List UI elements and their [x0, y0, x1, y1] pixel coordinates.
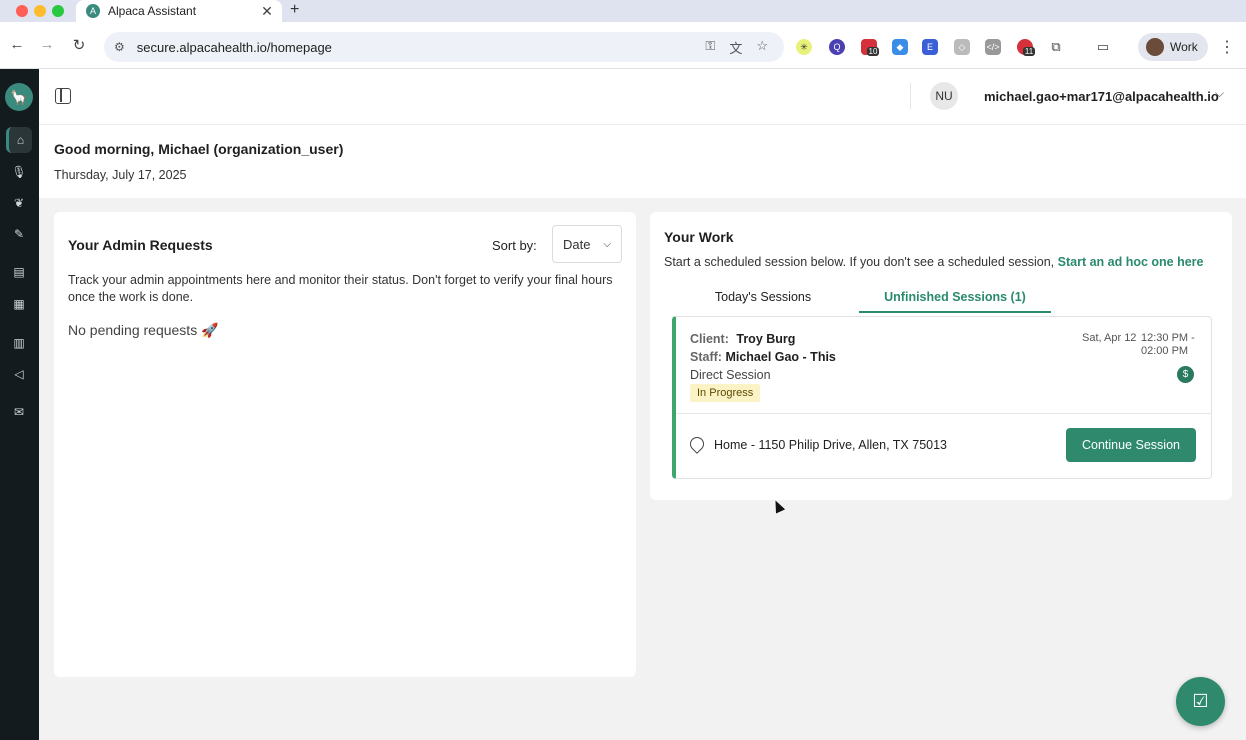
home-icon[interactable]: ⌂: [6, 127, 32, 153]
session-staff: Staff: Michael Gao - This: [690, 350, 836, 364]
adhoc-session-link[interactable]: Start an ad hoc one here: [1058, 255, 1204, 269]
extension-e-icon[interactable]: E: [922, 39, 938, 55]
browser-menu-icon[interactable]: ⋮: [1219, 37, 1235, 57]
status-badge: In Progress: [690, 384, 761, 402]
megaphone-icon[interactable]: ◁: [6, 361, 32, 387]
profile-label: Work: [1170, 40, 1198, 54]
site-info-icon[interactable]: ⚙: [114, 40, 125, 54]
avatar[interactable]: NU: [930, 82, 958, 110]
work-description-text: Start a scheduled session below. If you …: [664, 255, 1055, 269]
sidebar-toggle-icon[interactable]: [55, 88, 71, 104]
extension-badge-count: 11: [1022, 47, 1036, 56]
brain-icon[interactable]: ❦: [6, 190, 32, 216]
url-text: secure.alpacahealth.io/homepage: [136, 39, 332, 55]
staff-label: Staff:: [690, 350, 722, 364]
session-type: Direct Session: [690, 368, 771, 382]
client-name: Troy Burg: [736, 332, 796, 346]
greeting-band: Good morning, Michael (organization_user…: [39, 125, 1246, 198]
extension-blue-icon[interactable]: ◆: [892, 39, 908, 55]
forward-icon[interactable]: →: [37, 36, 57, 53]
session-time: 12:30 PM - 02:00 PM: [1141, 332, 1195, 357]
app-header: NU michael.gao+mar171@alpacahealth.io ⌵: [39, 69, 1246, 125]
profile-avatar: [1146, 38, 1164, 56]
admin-requests-title: Your Admin Requests: [68, 237, 213, 253]
tab-todays-sessions[interactable]: Today's Sessions: [710, 290, 816, 312]
new-tab-button[interactable]: +: [290, 1, 299, 19]
session-date: Sat, Apr 12: [1082, 332, 1137, 344]
session-divider: [676, 413, 1212, 414]
admin-requests-card: Your Admin Requests Sort by: Date ⌵ Trac…: [54, 212, 636, 677]
extensions-puzzle-icon[interactable]: ⧉: [1048, 39, 1064, 55]
current-date: Thursday, July 17, 2025: [54, 168, 187, 182]
alpaca-favicon-icon: A: [86, 4, 100, 18]
staff-name: Michael Gao - This: [725, 350, 836, 364]
browser-tab-bar: A Alpaca Assistant ✕ +: [0, 0, 1246, 22]
address-bar[interactable]: ⚙ secure.alpacahealth.io/homepage ⚿ 文 ☆: [104, 32, 784, 62]
extension-code-icon[interactable]: </>: [985, 39, 1001, 55]
sort-value: Date: [563, 236, 591, 252]
empty-state-text: No pending requests 🚀: [68, 322, 219, 338]
reload-icon[interactable]: ↻: [69, 36, 89, 54]
close-window-button[interactable]: [16, 5, 28, 17]
alpaca-logo-icon[interactable]: 🦙: [5, 83, 33, 111]
continue-session-button[interactable]: Continue Session: [1066, 428, 1196, 462]
chevron-down-icon[interactable]: ⌵: [1215, 86, 1224, 101]
sort-select[interactable]: Date ⌵: [552, 225, 622, 263]
extension-purple-icon[interactable]: Q: [829, 39, 845, 55]
extension-red-icon[interactable]: 11: [1017, 39, 1036, 56]
client-label: Client:: [690, 332, 729, 346]
app-sidebar-rail: 🦙 ⌂ 🎙 ❦ ✎ ▤ ▦ ▥ ◁ ✉: [0, 69, 39, 740]
extension-calendar-icon[interactable]: 10: [861, 39, 880, 56]
minimize-window-button[interactable]: [34, 5, 46, 17]
location-pin-icon: [687, 434, 707, 454]
translate-icon[interactable]: 文: [729, 38, 742, 57]
tab-unfinished-sessions[interactable]: Unfinished Sessions (1): [859, 290, 1051, 313]
reading-list-icon[interactable]: ▭: [1095, 39, 1111, 55]
billing-dollar-icon: $: [1177, 366, 1194, 383]
session-client: Client: Troy Burg: [690, 332, 795, 346]
documents-icon[interactable]: ▤: [6, 259, 32, 285]
browser-toolbar: ← → ↻ ⚙ secure.alpacahealth.io/homepage …: [0, 22, 1246, 69]
header-divider: [910, 83, 911, 109]
mouse-cursor-icon: [770, 498, 786, 514]
session-address: Home - 1150 Philip Drive, Allen, TX 7501…: [714, 438, 947, 452]
microphone-icon[interactable]: 🎙: [6, 159, 32, 185]
extension-tag-icon[interactable]: ◇: [954, 39, 970, 55]
extension-badge-count: 10: [866, 47, 880, 56]
chevron-down-icon: ⌵: [603, 238, 611, 250]
close-tab-icon[interactable]: ✕: [258, 3, 276, 20]
zoom-window-button[interactable]: [52, 5, 64, 17]
admin-description: Track your admin appointments here and m…: [68, 273, 613, 304]
user-email[interactable]: michael.gao+mar171@alpacahealth.io: [984, 89, 1219, 104]
pen-icon[interactable]: ✎: [6, 221, 32, 247]
mail-icon[interactable]: ✉: [6, 399, 32, 425]
clipboard-icon[interactable]: ▥: [6, 330, 32, 356]
calendar-icon[interactable]: ▦: [6, 291, 32, 317]
work-description: Start a scheduled session below. If you …: [664, 255, 1204, 269]
bookmark-star-icon[interactable]: ☆: [756, 38, 768, 57]
your-work-title: Your Work: [664, 229, 734, 245]
your-work-card: Your Work Start a scheduled session belo…: [650, 212, 1232, 500]
tab-title: Alpaca Assistant: [108, 4, 197, 18]
password-key-icon[interactable]: ⚿: [705, 38, 715, 57]
profile-button[interactable]: Work: [1138, 33, 1208, 61]
session-card[interactable]: Client: Troy Burg Staff: Michael Gao - T…: [672, 316, 1212, 479]
extension-snowflake-icon[interactable]: ✳: [796, 39, 812, 55]
sort-label: Sort by:: [492, 238, 537, 253]
browser-tab[interactable]: A Alpaca Assistant ✕: [76, 0, 282, 22]
page-title: Good morning, Michael (organization_user…: [54, 141, 344, 157]
task-list-fab-icon[interactable]: ☑: [1176, 677, 1225, 726]
back-icon[interactable]: ←: [7, 36, 27, 53]
